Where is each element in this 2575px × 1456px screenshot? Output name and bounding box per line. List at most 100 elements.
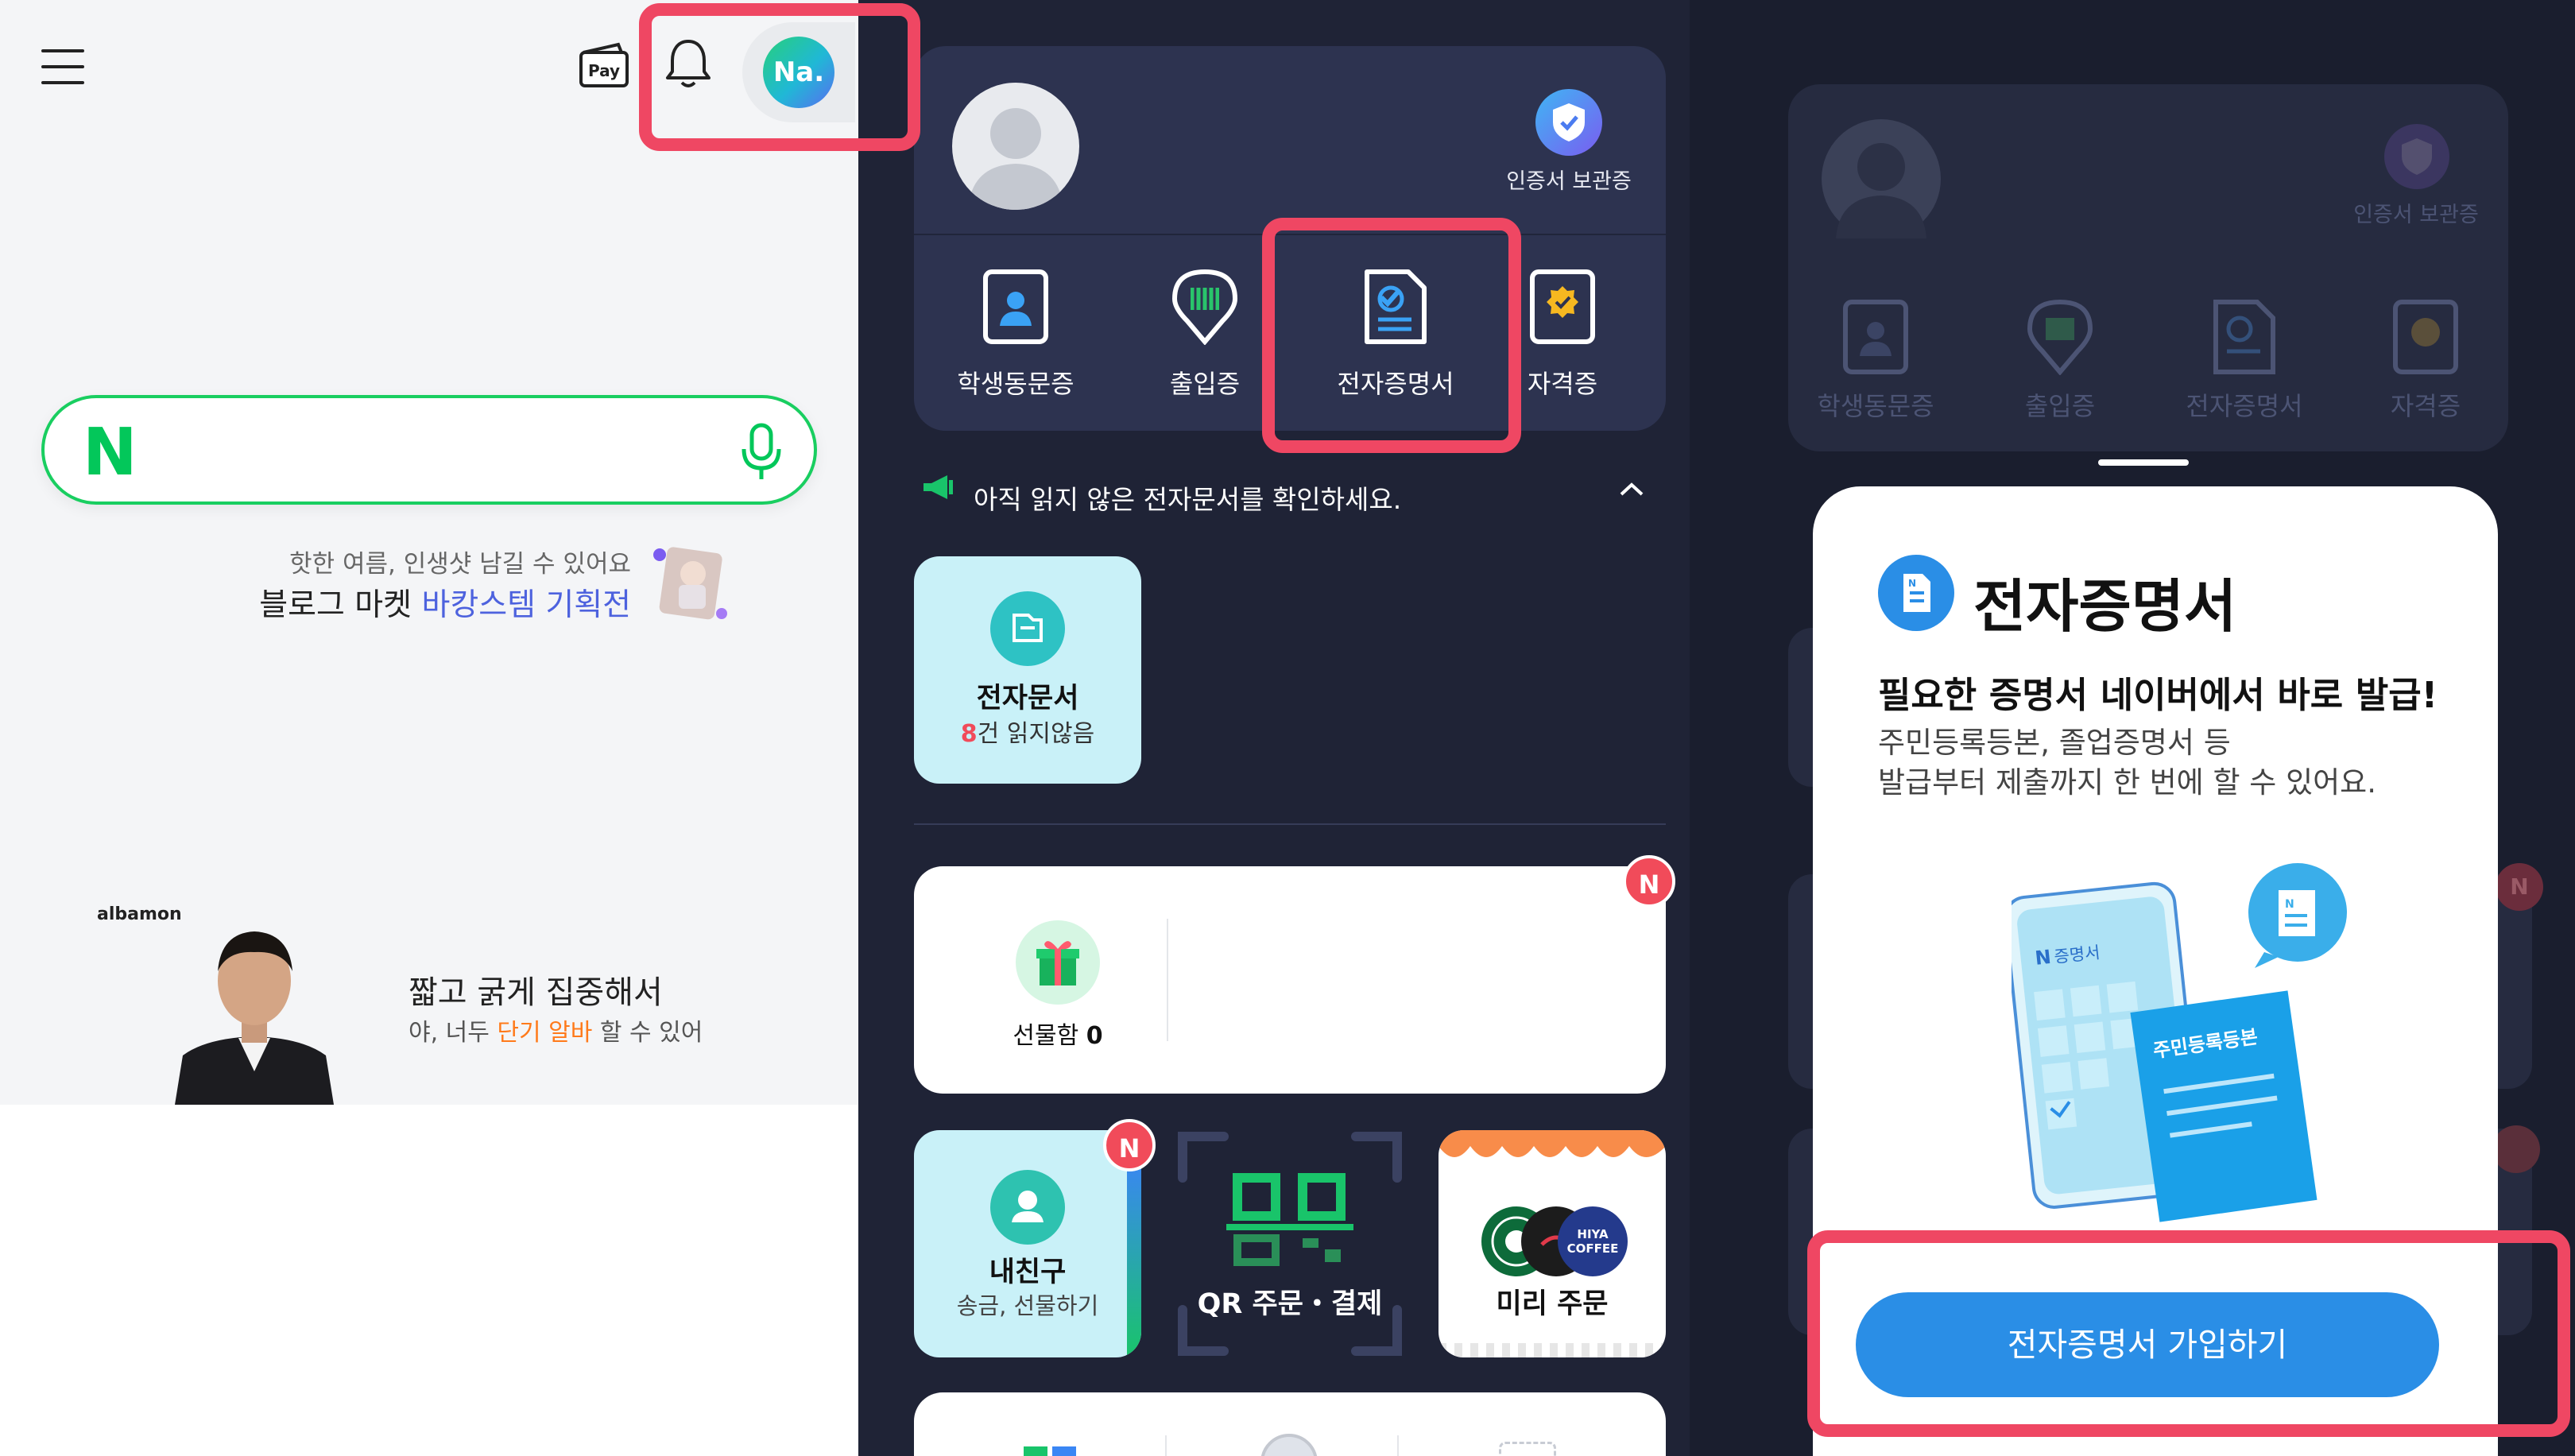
ad-sub-prefix: 야, 너두 [409, 1019, 498, 1047]
preorder-card[interactable]: HIYA COFFEE 미리 주문 [1439, 1130, 1666, 1357]
quick-access-pass[interactable]: 출입증 [1117, 230, 1292, 429]
quick-student-id[interactable]: 학생동문증 [928, 230, 1103, 429]
megaphone-icon [920, 472, 955, 504]
qr-order-card[interactable]: QR 주문・결제 [1176, 1130, 1404, 1357]
pay-label: Pay [588, 61, 620, 80]
gift-icon [1016, 920, 1100, 1005]
edoc-title: 전자문서 [976, 683, 1079, 714]
friend-new-badge: N [1103, 1119, 1156, 1171]
ad-sub-accent: 단기 알바 [497, 1019, 593, 1047]
gift-count: 0 [1086, 1022, 1103, 1050]
quick-label: 자격증 [1527, 369, 1598, 399]
access-pass-icon [1171, 269, 1238, 346]
e-certificate-icon [1362, 269, 1429, 345]
ad-person-image[interactable] [175, 904, 334, 1105]
svg-text:N: N [2034, 946, 2052, 970]
notice-text[interactable]: 아직 읽지 않은 전자문서를 확인하세요. [974, 478, 1401, 517]
dimmed-shield-icon [2384, 124, 2449, 189]
quick-label: 출입증 [1169, 369, 1241, 399]
e-certificate-badge-icon: N [1878, 555, 1954, 631]
friend-title: 내친구 [989, 1257, 1067, 1288]
friend-icon [990, 1170, 1065, 1245]
promo-subtitle: 핫한 여름, 인생샷 남길 수 있어요 [289, 550, 631, 579]
dimmed-quick-label: 전자증명서 [2186, 391, 2303, 421]
bottom-card-icon [1024, 1442, 1078, 1456]
gift-card[interactable]: 선물함 0 [914, 866, 1666, 1094]
gift-label: 선물함 0 [984, 1016, 1132, 1051]
preorder-label: 미리 주문 [1496, 1288, 1609, 1320]
certificate-illustration: N 증명서 주민등록등본 N [2004, 858, 2361, 1232]
promo-title-prefix: 블로그 마켓 [259, 587, 422, 623]
friend-card[interactable]: 내친구 송금, 선물하기 [914, 1130, 1141, 1357]
naver-logo: N [83, 415, 137, 490]
bottom-card-divider-2 [1397, 1435, 1399, 1456]
student-id-icon [982, 269, 1049, 345]
cert-storage-label[interactable]: 인증서 보관증 [1489, 164, 1648, 195]
folder-icon [990, 591, 1065, 666]
friend-sub: 송금, 선물하기 [956, 1292, 1099, 1319]
sheet-title: 전자증명서 [1973, 573, 2237, 640]
svg-text:N: N [2285, 898, 2294, 911]
awning-icon [1439, 1130, 1666, 1157]
edoc-count: 8 [960, 720, 978, 748]
qr-label: QR 주문・결제 [1197, 1288, 1383, 1320]
dimmed-new-badge-2 [2492, 1125, 2540, 1173]
dimmed-access-pass-icon [2027, 299, 2093, 376]
ad-brand-logo: albamon [97, 904, 182, 924]
dimmed-quick-label: 자격증 [2390, 391, 2461, 421]
e-certificate-sheet-panel: 인증서 보관증 학생동문증 출입증 전자증명서 자격증 N N 전자증명서 필요… [1690, 0, 2575, 1456]
bottom-card-ticket-icon [1499, 1442, 1556, 1456]
quick-e-certificate[interactable]: 전자증명서 [1308, 230, 1483, 429]
ad-subtitle: 야, 너두 단기 알바 할 수 있어 [409, 1013, 703, 1047]
naver-home-panel: Pay Na. N 핫한 여름, 인생샷 남길 수 있어요 블로그 마켓 바캉스… [0, 0, 858, 1456]
promo-title[interactable]: 블로그 마켓 바캉스템 기획전 [259, 580, 631, 625]
promo-title-accent: 바캉스템 기획전 [421, 587, 631, 623]
gift-new-badge: N [1623, 855, 1675, 908]
notification-bell-icon[interactable] [664, 37, 712, 89]
chevron-up-icon[interactable] [1618, 480, 1645, 499]
search-bar[interactable]: N [41, 395, 817, 505]
profile-avatar[interactable]: Na. [763, 37, 834, 108]
quick-label: 전자증명서 [1337, 369, 1454, 399]
dimmed-quick-label: 학생동문증 [1817, 391, 1934, 421]
ad-title[interactable]: 짧고 굵게 집중해서 [409, 966, 663, 1013]
sheet-desc-line2: 발급부터 제출까지 한 번에 할 수 있어요. [1878, 765, 2376, 800]
dimmed-new-badge: N [2496, 863, 2543, 911]
edoc-unread-suffix: 건 읽지않음 [977, 720, 1095, 748]
microphone-icon[interactable] [738, 422, 785, 482]
sheet-drag-handle[interactable] [2098, 459, 2189, 466]
edoc-card[interactable]: 전자문서 8건 읽지않음 [914, 556, 1141, 784]
hiya-coffee-logo-icon: HIYA COFFEE [1558, 1206, 1628, 1276]
wallet-panel: 인증서 보관증 학생동문증 출입증 전자증명서 자격증 아직 읽지 않은 전자문… [858, 0, 1690, 1456]
gift-label-text: 선물함 [1013, 1022, 1079, 1050]
bottom-card-profile-icon [1260, 1434, 1318, 1456]
profile-image[interactable] [952, 83, 1079, 210]
join-e-certificate-button[interactable]: 전자증명서 가입하기 [1856, 1292, 2439, 1397]
menu-icon[interactable] [41, 49, 84, 97]
section-divider [914, 823, 1666, 825]
qr-code-icon [1226, 1173, 1353, 1267]
quick-label: 학생동문증 [957, 369, 1075, 399]
dimmed-license-icon [2392, 299, 2459, 375]
svg-text:N: N [1908, 578, 1916, 589]
screen: Pay Na. N 핫한 여름, 인생샷 남길 수 있어요 블로그 마켓 바캉스… [0, 0, 2575, 1456]
dimmed-cert-storage-label: 인증서 보관증 [2353, 203, 2479, 227]
certificate-shield-icon[interactable] [1535, 89, 1602, 156]
naver-pay-icon[interactable]: Pay [579, 41, 629, 89]
bottom-card[interactable] [914, 1392, 1666, 1456]
dimmed-student-id-icon [1842, 299, 1909, 375]
sheet-desc-line1: 주민등록등본, 졸업증명서 등 [1878, 726, 2231, 760]
bottom-card-divider-1 [1165, 1435, 1167, 1456]
dimmed-profile-image [1822, 119, 1941, 238]
gift-divider [1167, 919, 1168, 1041]
ad-sub-suffix: 할 수 있어 [592, 1019, 703, 1047]
license-icon [1529, 269, 1596, 345]
promo-thumbnail[interactable] [652, 540, 731, 628]
sheet-subtitle: 필요한 증명서 네이버에서 바로 발급! [1878, 674, 2438, 716]
receipt-edge [1439, 1343, 1666, 1357]
dimmed-e-certificate-icon [2211, 299, 2278, 375]
quick-license[interactable]: 자격증 [1499, 230, 1626, 429]
edoc-unread: 8건 읽지않음 [914, 714, 1141, 749]
dimmed-quick-label: 출입증 [2024, 391, 2096, 421]
e-certificate-bottom-sheet: N 전자증명서 필요한 증명서 네이버에서 바로 발급! 주민등록등본, 졸업증… [1813, 486, 2498, 1456]
